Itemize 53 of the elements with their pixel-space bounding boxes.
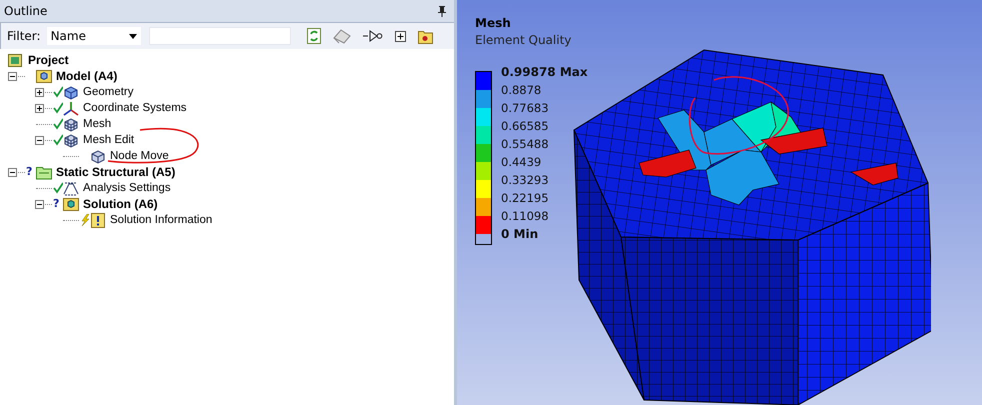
mesh-cube-icon (63, 116, 79, 132)
expander-icon[interactable] (35, 136, 44, 144)
folder-icon (8, 52, 24, 68)
legend-label: 0.22195 (501, 191, 550, 207)
legend-label: 0.8878 (501, 83, 542, 99)
refresh-icon[interactable] (306, 28, 321, 44)
mesh-cube-icon (63, 132, 79, 148)
tree-item[interactable]: Geometry (83, 86, 134, 98)
result-subtitle: Element Quality (475, 33, 572, 47)
tree-item[interactable]: Project (28, 53, 69, 67)
eraser-icon[interactable] (332, 28, 351, 44)
expander-icon[interactable] (35, 88, 44, 96)
info-icon (90, 212, 106, 228)
tree-item[interactable]: Solution (A6) (83, 197, 158, 211)
folder-icon[interactable] (418, 28, 433, 44)
expander-icon[interactable] (8, 168, 17, 176)
tree-item[interactable]: Solution Information (110, 214, 212, 226)
mesh-cube-icon (90, 148, 106, 164)
tree-item[interactable]: Coordinate Systems (83, 102, 187, 114)
tree-item[interactable]: Node Move (110, 150, 169, 162)
filter-dropdown[interactable]: Name (46, 27, 141, 45)
legend-label: 0.77683 (501, 101, 550, 117)
tree-item[interactable]: Mesh (83, 118, 112, 130)
expand-all-icon[interactable] (394, 30, 406, 42)
folder-icon (36, 68, 52, 84)
legend-label: 0.55488 (501, 137, 550, 153)
folder-icon (63, 196, 79, 212)
caret-icon (128, 34, 137, 38)
folder-icon (36, 164, 52, 180)
status-mark: ? (26, 166, 34, 178)
pin-icon[interactable] (438, 6, 446, 16)
axes-icon (63, 100, 79, 116)
status-mark: ? (53, 198, 60, 210)
legend-label: 0.66585 (501, 119, 550, 135)
legend-label: 0 Min (501, 227, 540, 243)
curve-icon (63, 180, 79, 196)
panel-title: Outline (4, 4, 48, 18)
filter-label: Filter: (7, 29, 41, 43)
cube-icon (63, 84, 79, 100)
flow-icon[interactable] (362, 30, 383, 42)
legend-label: 0.11098 (501, 209, 550, 225)
tree-item[interactable]: Mesh Edit (83, 134, 134, 146)
tree-item[interactable]: Static Structural (A5) (56, 165, 176, 179)
result-title: Mesh (475, 16, 511, 30)
expander-icon[interactable] (35, 104, 44, 112)
legend-label: 0.99878 Max (501, 65, 588, 81)
legend-label: 0.4439 (501, 155, 542, 171)
legend-label: 0.33293 (501, 173, 550, 189)
tree-item[interactable]: Model (A4) (56, 69, 118, 83)
expander-icon[interactable] (8, 72, 17, 80)
expander-icon[interactable] (35, 200, 44, 208)
tree-item[interactable]: Analysis Settings (83, 182, 171, 194)
search-field[interactable] (148, 27, 291, 45)
